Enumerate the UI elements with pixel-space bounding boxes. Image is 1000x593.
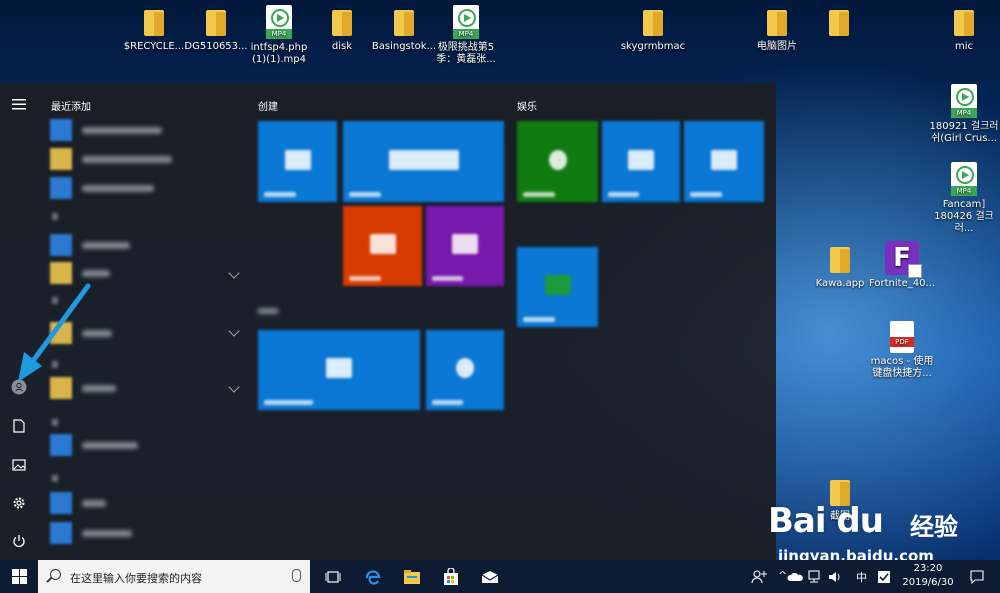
- ime-indicator[interactable]: 中: [856, 569, 867, 585]
- start-rail: [0, 83, 38, 560]
- folder-icon: [142, 8, 166, 38]
- desktop-icon-fancam[interactable]: MP4 Fancam] 180426 걸크러...: [928, 162, 1000, 235]
- search-placeholder: 在这里输入你要搜索的内容: [70, 572, 202, 585]
- list-item[interactable]: [50, 433, 138, 457]
- recent-header: 最近添加: [51, 102, 91, 113]
- file-explorer-icon[interactable]: [401, 566, 423, 588]
- list-item[interactable]: [50, 521, 132, 545]
- clock-date: 2019/6/30: [902, 577, 954, 588]
- tile-solitaire[interactable]: [517, 247, 598, 327]
- people-icon[interactable]: [748, 566, 770, 588]
- desktop-icon-macos-pdf[interactable]: PDF macos - 使用键盘快捷方...: [866, 321, 938, 380]
- group-header-blurred: [258, 308, 278, 314]
- list-item[interactable]: [50, 491, 106, 515]
- group-letter[interactable]: [52, 297, 58, 304]
- list-item[interactable]: [50, 176, 154, 200]
- onedrive-icon[interactable]: [784, 566, 806, 588]
- taskbar: 在这里输入你要搜索的内容 ^ 中 23:20 2019/6/30: [0, 560, 1000, 593]
- mp4-file-icon: MP4: [453, 5, 479, 39]
- mp4-file-icon: MP4: [951, 84, 977, 118]
- group-letter[interactable]: [52, 419, 58, 426]
- pictures-icon[interactable]: [8, 454, 30, 476]
- folder-icon: [641, 8, 665, 38]
- desktop-icon-folder[interactable]: [803, 8, 875, 41]
- list-item[interactable]: [50, 321, 112, 345]
- chevron-down-icon[interactable]: [228, 267, 240, 279]
- tile-mail[interactable]: [343, 121, 504, 202]
- hamburger-menu-icon[interactable]: [8, 93, 30, 115]
- list-item[interactable]: [50, 233, 130, 257]
- desktop-icon-skygrmbmac[interactable]: skygrmbmac: [617, 8, 689, 53]
- watermark-jingyan: 经验: [910, 513, 958, 541]
- search-icon: [50, 569, 61, 580]
- mail-icon[interactable]: [479, 566, 501, 588]
- fortnite-icon: F: [885, 241, 922, 278]
- folder-icon: [828, 245, 852, 275]
- group-letter[interactable]: [52, 475, 58, 482]
- desktop-icon-mic[interactable]: mic: [928, 8, 1000, 53]
- tile-photos[interactable]: [684, 121, 764, 202]
- start-button[interactable]: [0, 560, 38, 593]
- list-item[interactable]: [50, 147, 172, 171]
- network-icon[interactable]: [804, 566, 826, 588]
- list-item[interactable]: [50, 118, 162, 142]
- start-menu: 最近添加 创建 娱乐: [0, 83, 776, 560]
- folder-icon: [330, 8, 354, 38]
- settings-gear-icon[interactable]: [8, 492, 30, 514]
- windows-logo-icon: [11, 569, 27, 584]
- desktop-icon-jixian[interactable]: MP4 极限挑战第5季：黄磊张...: [430, 5, 502, 66]
- tile-edge[interactable]: [426, 330, 504, 410]
- create-header: 创建: [258, 102, 278, 113]
- store-icon[interactable]: [440, 566, 462, 588]
- desktop-icon-intfsp4[interactable]: MP4 intfsp4.php (1)(1).mp4: [243, 5, 315, 66]
- pdf-file-icon: PDF: [890, 321, 914, 353]
- chevron-down-icon[interactable]: [228, 325, 240, 337]
- tile-movies[interactable]: [602, 121, 680, 202]
- tile-xbox[interactable]: [517, 121, 598, 202]
- user-account-icon[interactable]: [8, 376, 30, 398]
- microphone-icon[interactable]: [292, 569, 301, 582]
- baidu-logo: Bai du: [768, 501, 884, 541]
- edge-browser-icon[interactable]: [362, 566, 384, 588]
- tile-store[interactable]: [258, 330, 420, 410]
- folder-icon: [204, 8, 228, 38]
- folder-icon: [952, 8, 976, 38]
- clock-time: 23:20: [913, 563, 943, 574]
- tile-onenote[interactable]: [426, 206, 504, 286]
- entertainment-header: 娱乐: [517, 102, 537, 113]
- system-clock[interactable]: 23:20 2019/6/30: [896, 562, 960, 590]
- volume-icon[interactable]: [824, 566, 846, 588]
- notifications-icon[interactable]: [966, 566, 988, 588]
- folder-icon: [392, 8, 416, 38]
- folder-icon: [765, 8, 789, 38]
- folder-icon: [827, 8, 851, 38]
- tile-office[interactable]: [343, 206, 422, 286]
- desktop-icon-fortnite[interactable]: F Fortnite_40...: [866, 241, 938, 290]
- action-center-icon[interactable]: [873, 566, 895, 588]
- tile-calendar[interactable]: [258, 121, 337, 202]
- list-item[interactable]: [50, 261, 110, 285]
- group-letter[interactable]: [52, 361, 58, 368]
- task-view-icon[interactable]: [322, 566, 344, 588]
- desktop-icon-girlcrush[interactable]: MP4 180921 걸크러쉬(Girl Crus...: [928, 84, 1000, 145]
- list-item[interactable]: [50, 376, 116, 400]
- mp4-file-icon: MP4: [266, 5, 292, 39]
- mp4-file-icon: MP4: [951, 162, 977, 196]
- documents-icon[interactable]: [8, 415, 30, 437]
- desktop-icon-dg510653[interactable]: DG510653...: [180, 8, 252, 53]
- chevron-down-icon[interactable]: [228, 381, 240, 393]
- group-letter[interactable]: [52, 213, 58, 220]
- baidu-watermark: Bai du 经验 jingyan.baidu.com: [760, 495, 990, 570]
- search-box[interactable]: 在这里输入你要搜索的内容: [38, 560, 310, 593]
- power-icon[interactable]: [8, 530, 30, 552]
